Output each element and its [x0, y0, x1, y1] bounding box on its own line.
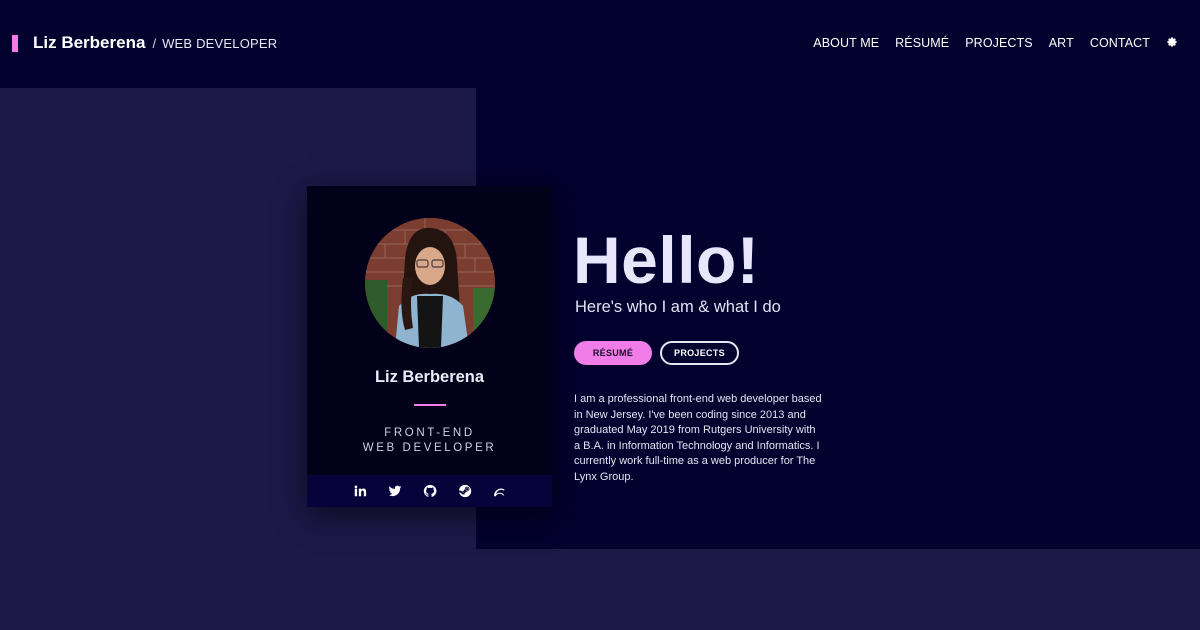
brand[interactable]: Liz Berberena / WEB DEVELOPER — [12, 33, 277, 53]
deviantart-icon[interactable] — [482, 484, 517, 498]
projects-button[interactable]: PROJECTS — [660, 341, 739, 365]
nav-about-me[interactable]: ABOUT ME — [813, 36, 879, 50]
steam-icon[interactable] — [447, 484, 482, 498]
nav-contact[interactable]: CONTACT — [1090, 36, 1150, 50]
nav-projects[interactable]: PROJECTS — [965, 36, 1032, 50]
nav-resume[interactable]: RÉSUMÉ — [895, 36, 949, 50]
avatar — [365, 218, 495, 348]
card-role-line-2: WEB DEVELOPER — [362, 442, 497, 454]
brand-accent-mark — [12, 34, 18, 52]
cta-buttons: RÉSUMÉ PROJECTS — [574, 341, 739, 365]
brand-role: WEB DEVELOPER — [162, 35, 278, 51]
brand-name[interactable]: Liz Berberena — [33, 33, 145, 53]
nav-art[interactable]: ART — [1049, 36, 1074, 50]
bio-text: I am a professional front-end web develo… — [574, 393, 822, 483]
profile-card: Liz Berberena FRONT-END WEB DEVELOPER — [307, 186, 552, 507]
github-icon[interactable] — [412, 484, 447, 498]
card-name: Liz Berberena — [374, 368, 485, 386]
hello-heading: Hello! — [573, 223, 760, 297]
tagline: Here's who I am & what I do — [575, 298, 781, 316]
brand-separator: / — [152, 35, 157, 51]
card-divider — [414, 404, 446, 406]
top-bar: Liz Berberena / WEB DEVELOPER ABOUT ME R… — [0, 0, 1200, 88]
card-role-line-1: FRONT-END — [384, 427, 475, 439]
resume-button[interactable]: RÉSUMÉ — [574, 341, 652, 365]
main-nav: ABOUT ME RÉSUMÉ PROJECTS ART CONTACT — [797, 36, 1178, 50]
linkedin-icon[interactable] — [342, 484, 377, 498]
social-links — [307, 475, 552, 507]
twitter-icon[interactable] — [377, 484, 412, 498]
gear-icon[interactable] — [1166, 36, 1178, 50]
card-role: FRONT-END WEB DEVELOPER — [307, 426, 552, 456]
